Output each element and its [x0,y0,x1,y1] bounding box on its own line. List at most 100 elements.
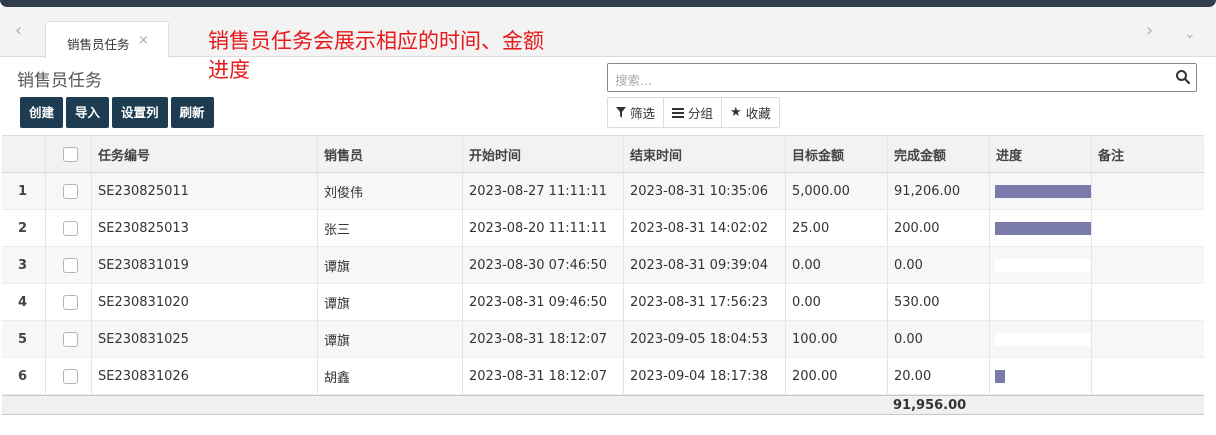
row-number: 6 [18,368,28,384]
row-number: 4 [18,294,28,310]
list-icon [672,107,685,118]
cell-end-time: 2023-08-31 09:39:04 [623,247,785,283]
search-icon[interactable] [1175,69,1191,85]
toolbar: 创建 导入 设置列 刷新 [20,97,214,128]
cell-end-time: 2023-08-31 10:35:06 [623,173,785,209]
table-row[interactable]: 1 SE230825011 刘俊伟 2023-08-27 11:11:11 2023-0… [2,173,1204,210]
cell-note [1091,321,1204,357]
cell-completed-amount: 530.00 [887,284,989,320]
cell-salesperson: 张三 [317,210,462,246]
tab-strip: ‹ 销售员任务 × › ⌄ [0,7,1216,58]
row-checkbox-cell[interactable] [45,284,91,320]
table-row[interactable]: 5 SE230831025 谭旗 2023-08-31 18:12:07 2023-09… [2,321,1204,358]
tab-salesperson-task[interactable]: 销售员任务 × [45,21,169,58]
table-footer: 91,956.00 [2,395,1204,415]
cell-note [1091,247,1204,283]
table-row[interactable]: 3 SE230831019 谭旗 2023-08-30 07:46:50 2023-08… [2,247,1204,284]
table-row[interactable]: 4 SE230831020 谭旗 2023-08-31 09:46:50 2023-08… [2,284,1204,321]
cell-start-time: 2023-08-31 18:12:07 [462,321,623,357]
search-placeholder: 搜索... [615,73,652,88]
cell-progress [989,284,1091,320]
row-checkbox-cell[interactable] [45,358,91,394]
cell-salesperson: 谭旗 [317,321,462,357]
cell-note [1091,210,1204,246]
cell-target-amount: 5,000.00 [785,173,887,209]
column-salesperson[interactable]: 销售员 [317,136,462,172]
chevron-right-icon[interactable]: › [1146,21,1153,41]
chevron-down-icon[interactable]: ⌄ [1184,24,1196,44]
row-checkbox-cell[interactable] [45,173,91,209]
row-checkbox[interactable] [63,368,78,384]
cell-target-amount: 25.00 [785,210,887,246]
column-end-time[interactable]: 结束时间 [623,136,785,172]
cell-end-time: 2023-09-05 18:04:53 [623,321,785,357]
create-button[interactable]: 创建 [20,97,64,128]
table-body: 1 SE230825011 刘俊伟 2023-08-27 11:11:11 2023-0… [2,173,1204,395]
table-header: 任务编号 销售员 开始时间 结束时间 目标金额 完成金额 进度 备注 [2,136,1204,173]
table-row[interactable]: 6 SE230831026 胡鑫 2023-08-31 18:12:07 2023-09… [2,358,1204,395]
row-checkbox-cell[interactable] [45,247,91,283]
row-checkbox[interactable] [63,220,78,236]
progress-bar [995,295,1091,309]
progress-bar [995,184,1091,198]
row-checkbox[interactable] [63,331,78,347]
cell-completed-amount: 0.00 [887,321,989,357]
cell-note [1091,173,1204,209]
row-checkbox-cell[interactable] [45,210,91,246]
annotation-text: 销售员任务会展示相应的时间、金额 进度 [208,27,608,85]
column-completed-amount[interactable]: 完成金额 [887,136,989,172]
row-checkbox[interactable] [63,257,78,273]
cell-target-amount: 100.00 [785,321,887,357]
cell-salesperson: 胡鑫 [317,358,462,394]
cell-task-no: SE230831019 [91,247,317,283]
row-number: 1 [18,183,28,199]
column-target-amount[interactable]: 目标金额 [785,136,887,172]
cell-progress [989,247,1091,283]
cell-salesperson: 谭旗 [317,284,462,320]
column-start-time[interactable]: 开始时间 [462,136,623,172]
annotation-line-1: 销售员任务会展示相应的时间、金额 [208,29,544,53]
progress-bar-fill [995,184,1091,198]
select-all-checkbox-cell[interactable] [45,136,91,172]
page-title: 销售员任务 [17,71,102,91]
row-checkbox-cell[interactable] [45,321,91,357]
top-bar [0,0,1216,7]
search-input[interactable]: 搜索... [607,63,1197,92]
cell-completed-amount: 200.00 [887,210,989,246]
chevron-left-icon[interactable]: ‹ [15,21,22,41]
cell-target-amount: 0.00 [785,247,887,283]
close-icon[interactable]: × [138,33,149,48]
cell-completed-amount: 0.00 [887,247,989,283]
column-note[interactable]: 备注 [1091,136,1204,172]
cell-progress [989,358,1091,394]
column-task-no[interactable]: 任务编号 [91,136,317,172]
cell-task-no: SE230825011 [91,173,317,209]
column-progress[interactable]: 进度 [989,136,1091,172]
import-button[interactable]: 导入 [66,97,110,128]
row-number: 3 [18,257,28,273]
cell-start-time: 2023-08-20 11:11:11 [462,210,623,246]
refresh-button[interactable]: 刷新 [170,97,214,128]
cell-salesperson: 谭旗 [317,247,462,283]
progress-bar [995,332,1091,346]
row-number: 5 [18,331,28,347]
cell-completed-amount: 20.00 [887,358,989,394]
table-row[interactable]: 2 SE230825013 张三 2023-08-20 11:11:11 2023-08… [2,210,1204,247]
row-checkbox[interactable] [63,294,78,310]
cell-target-amount: 200.00 [785,358,887,394]
progress-bar [995,221,1091,235]
group-button[interactable]: 分组 [664,98,723,127]
cell-start-time: 2023-08-31 09:46:50 [462,284,623,320]
set-columns-button[interactable]: 设置列 [112,97,168,128]
cell-task-no: SE230831025 [91,321,317,357]
cell-salesperson: 刘俊伟 [317,173,462,209]
select-all-checkbox[interactable] [63,146,78,162]
filter-button[interactable]: 筛选 [608,98,665,127]
group-label: 分组 [688,106,714,121]
progress-bar-fill [995,369,1005,383]
cell-start-time: 2023-08-27 11:11:11 [462,173,623,209]
favorite-button[interactable]: ★ 收藏 [722,98,779,127]
cell-note [1091,284,1204,320]
row-checkbox[interactable] [63,183,78,199]
cell-task-no: SE230831026 [91,358,317,394]
